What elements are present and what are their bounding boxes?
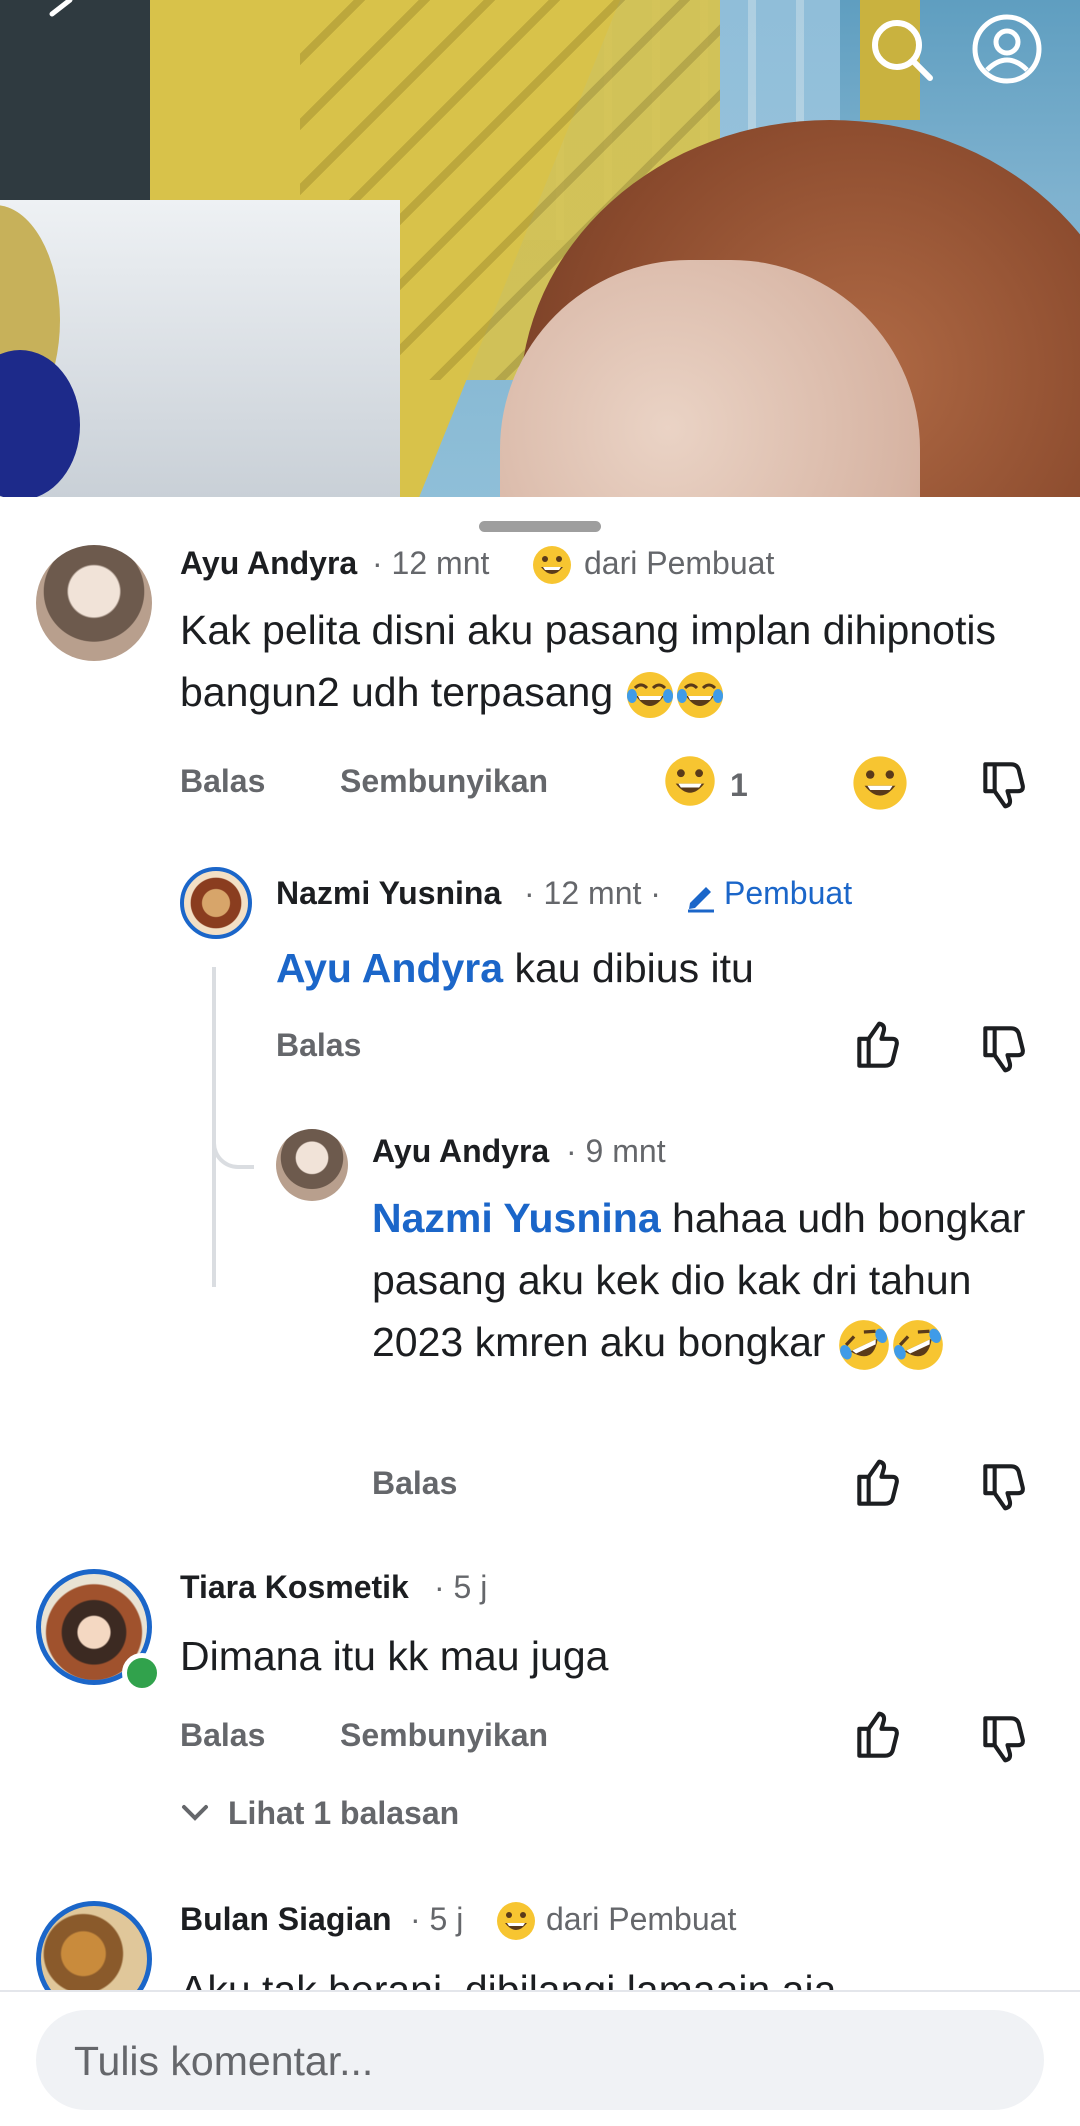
chevron-down-icon bbox=[182, 1805, 208, 1821]
thread-connector bbox=[212, 1097, 254, 1169]
thumbs-up-icon[interactable] bbox=[850, 1457, 906, 1513]
back-arrow-icon[interactable] bbox=[40, 0, 80, 30]
comment-text: kau dibius itu bbox=[514, 945, 754, 991]
comment-author[interactable]: Nazmi Yusnina bbox=[276, 875, 501, 912]
avatar[interactable] bbox=[276, 1129, 348, 1201]
creator-reply-badge: dari Pembuat bbox=[546, 1901, 737, 1937]
thumbs-up-icon[interactable] bbox=[850, 1709, 906, 1765]
tears-of-joy-emoji-icon bbox=[676, 672, 723, 719]
comment-body: Kak pelita disni aku pasang implan dihip… bbox=[180, 599, 1050, 723]
thumbs-down-icon[interactable] bbox=[976, 1457, 1032, 1513]
comment-time: · 5 j bbox=[410, 1901, 464, 1937]
comment-author[interactable]: Bulan Siagian bbox=[180, 1901, 392, 1938]
grinning-emoji-icon bbox=[665, 756, 715, 806]
online-status-dot bbox=[122, 1653, 162, 1693]
comment-sheet: Ayu Andyra · 12 mnt dari Pembuat Kak pel… bbox=[0, 497, 1080, 2124]
grinning-emoji-icon bbox=[533, 546, 571, 584]
rolling-laughing-emoji-icon bbox=[893, 1320, 943, 1371]
video-player[interactable] bbox=[0, 0, 1080, 497]
comment-input-container[interactable] bbox=[36, 2010, 1044, 2112]
comment-author[interactable]: Ayu Andyra bbox=[372, 1133, 549, 1170]
comment-time: · 12 mnt · bbox=[524, 875, 661, 911]
thumbs-down-icon[interactable] bbox=[976, 1019, 1032, 1075]
comment-body: Ayu Andyra kau dibius itu bbox=[276, 937, 1036, 999]
comment-body: Nazmi Yusnina hahaa udh bongkar pasang a… bbox=[372, 1187, 1032, 1373]
comment-author[interactable]: Ayu Andyra bbox=[180, 545, 357, 582]
grinning-emoji-icon bbox=[497, 1902, 535, 1940]
comment-composer-bar bbox=[0, 1990, 1080, 2126]
pencil-creator-icon bbox=[688, 887, 714, 913]
comment-time: · 9 mnt bbox=[566, 1133, 666, 1169]
thumbs-up-icon[interactable] bbox=[850, 1019, 906, 1075]
comment-text: Kak pelita disni aku pasang implan dihip… bbox=[180, 607, 996, 715]
avatar[interactable] bbox=[180, 867, 252, 939]
rolling-laughing-emoji-icon bbox=[839, 1320, 889, 1371]
thumbs-down-icon[interactable] bbox=[976, 755, 1032, 811]
comment-author[interactable]: Tiara Kosmetik bbox=[180, 1569, 409, 1606]
reply-button[interactable]: Balas bbox=[180, 1717, 265, 1754]
sheet-drag-handle[interactable] bbox=[479, 521, 601, 532]
comment-time: · 12 mnt bbox=[372, 545, 490, 581]
video-frame-shadow bbox=[0, 0, 150, 220]
reply-button[interactable]: Balas bbox=[372, 1465, 457, 1502]
creator-reply-badge: dari Pembuat bbox=[584, 545, 775, 581]
creator-label: Pembuat bbox=[724, 875, 853, 911]
hide-button[interactable]: Sembunyikan bbox=[340, 763, 548, 800]
avatar[interactable] bbox=[36, 545, 152, 661]
reacted-emoji-icon[interactable] bbox=[852, 755, 908, 811]
reaction-count: 1 bbox=[730, 767, 748, 803]
comment-text: Dimana itu kk mau juga bbox=[180, 1633, 609, 1679]
comment-input[interactable] bbox=[72, 2010, 1016, 2112]
mention-link[interactable]: Ayu Andyra bbox=[276, 945, 503, 991]
reply-button[interactable]: Balas bbox=[276, 1027, 361, 1064]
view-replies-label: Lihat 1 balasan bbox=[228, 1795, 460, 1831]
hide-button[interactable]: Sembunyikan bbox=[340, 1717, 548, 1754]
reply-button[interactable]: Balas bbox=[180, 763, 265, 800]
tears-of-joy-emoji-icon bbox=[626, 672, 673, 719]
comment-body: Dimana itu kk mau juga bbox=[180, 1625, 1040, 1687]
search-icon[interactable] bbox=[864, 12, 938, 86]
thumbs-down-icon[interactable] bbox=[976, 1709, 1032, 1765]
mention-link[interactable]: Nazmi Yusnina bbox=[372, 1195, 661, 1241]
comment-time: · 5 j bbox=[434, 1569, 488, 1605]
profile-icon[interactable] bbox=[970, 12, 1044, 86]
